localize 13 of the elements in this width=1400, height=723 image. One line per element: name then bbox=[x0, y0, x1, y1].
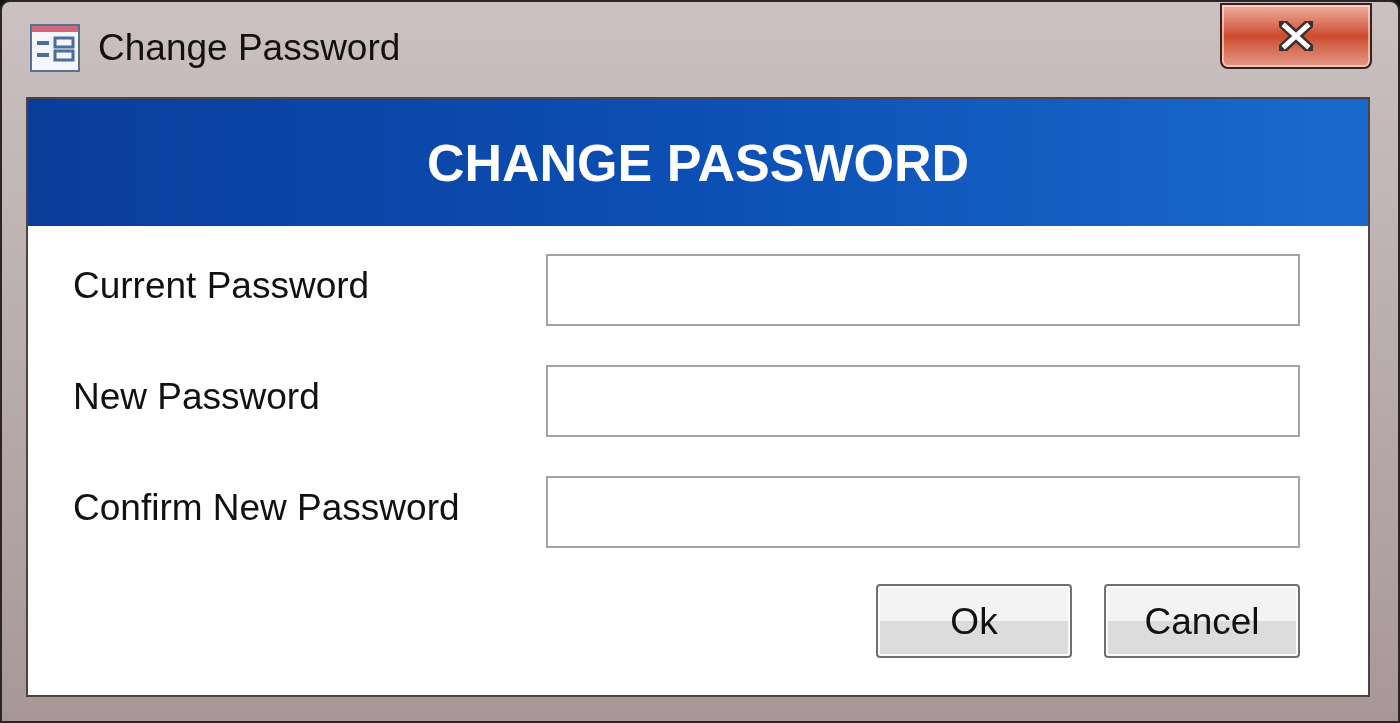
close-icon bbox=[1279, 21, 1313, 51]
field-label: New Password bbox=[73, 377, 321, 419]
header-title: CHANGE PASSWORD bbox=[426, 136, 970, 189]
window-title: Change Password bbox=[98, 29, 401, 66]
password-field[interactable] bbox=[546, 476, 1300, 548]
form-window-icon bbox=[30, 23, 80, 72]
password-field[interactable] bbox=[546, 254, 1300, 326]
dialog-button[interactable]: Cancel bbox=[1104, 584, 1300, 658]
dialog-button[interactable]: Ok bbox=[876, 584, 1072, 658]
password-field[interactable] bbox=[546, 365, 1300, 437]
field-label: Current Password bbox=[73, 266, 371, 308]
close-button[interactable] bbox=[1220, 3, 1372, 69]
field-label: Confirm New Password bbox=[73, 488, 461, 530]
